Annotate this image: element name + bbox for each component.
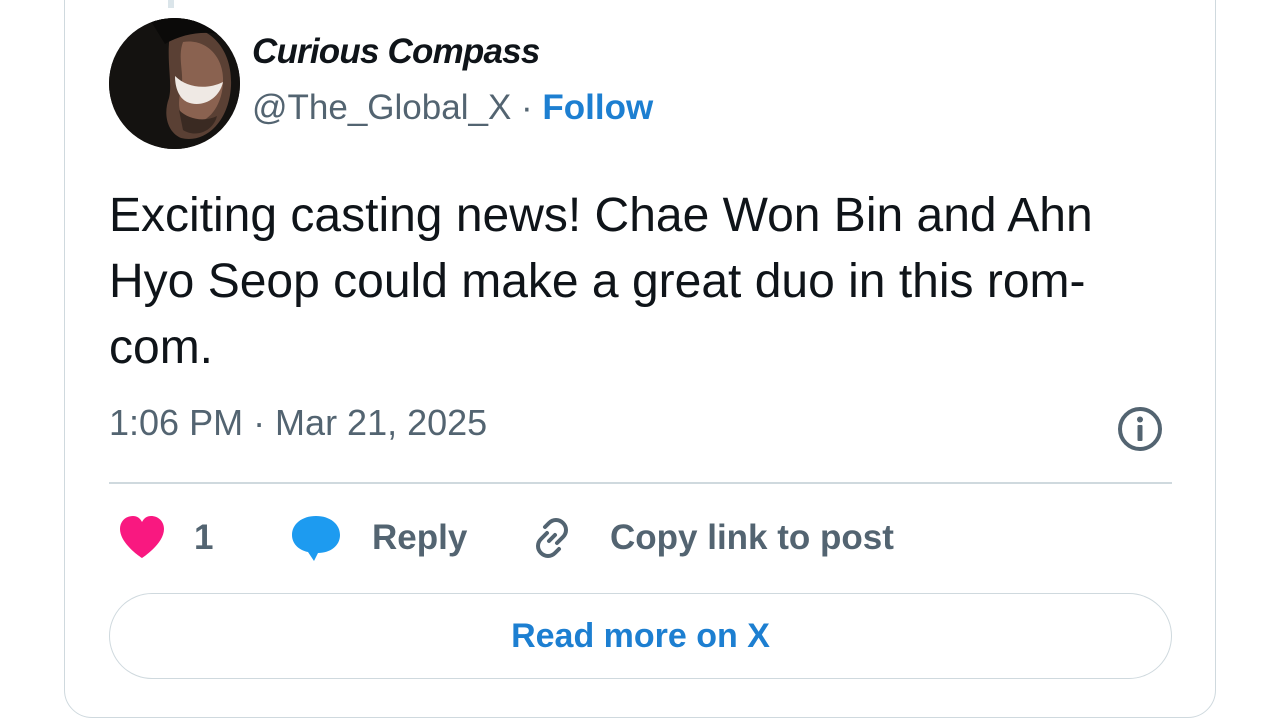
link-icon xyxy=(528,514,576,562)
info-icon[interactable] xyxy=(1116,405,1164,453)
reply-label: Reply xyxy=(372,518,468,557)
avatar[interactable] xyxy=(109,18,240,149)
thread-connector xyxy=(168,0,174,8)
tweet-timestamp[interactable]: 1:06 PM · Mar 21, 2025 xyxy=(109,402,487,444)
like-button[interactable]: 1 xyxy=(118,512,213,564)
like-count: 1 xyxy=(194,518,214,557)
author-handle-row: @The_Global_X · Follow xyxy=(252,88,653,128)
handle-separator: · xyxy=(511,88,543,127)
copy-link-button[interactable]: Copy link to post xyxy=(528,512,894,564)
read-more-button[interactable]: Read more on X xyxy=(109,593,1172,679)
author-name[interactable]: Curious Compass xyxy=(252,32,540,72)
heart-icon xyxy=(118,516,166,560)
divider xyxy=(109,482,1172,484)
tweet-text: Exciting casting news! Chae Won Bin and … xyxy=(109,189,1093,374)
copy-link-label: Copy link to post xyxy=(610,518,894,557)
reply-button[interactable]: Reply xyxy=(290,512,467,564)
author-handle[interactable]: @The_Global_X xyxy=(252,88,511,127)
speech-bubble-icon xyxy=(290,514,342,562)
follow-button[interactable]: Follow xyxy=(542,88,653,127)
